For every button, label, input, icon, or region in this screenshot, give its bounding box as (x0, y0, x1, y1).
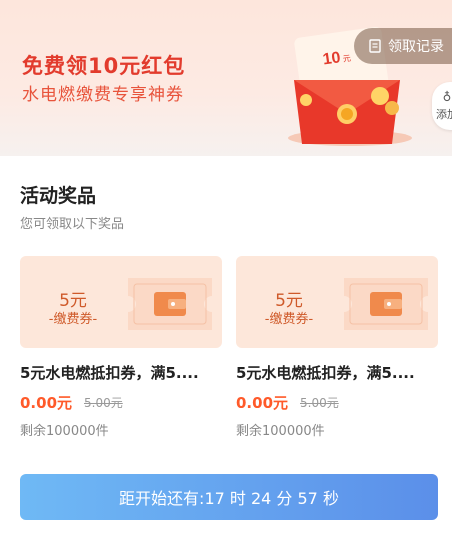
banner-subtitle: 水电燃缴费专享神券 (22, 85, 184, 105)
coupon-kind: -缴费券- (48, 312, 98, 327)
prize-price-1: 0.00元 (20, 394, 73, 412)
countdown-label: 距开始还有:17 时 24 分 57 秒 (119, 489, 339, 508)
records-button[interactable]: 领取记录 (354, 28, 452, 64)
promo-banner: 免费领10元红包 水电燃缴费专享神券 10 元 领取记录 ♁ 添加 (0, 0, 452, 156)
packet-amount: 10 (322, 49, 342, 68)
add-label: 添加 (436, 107, 452, 121)
prize-name-2: 5元水电燃抵扣券，满5.... (236, 364, 415, 382)
document-icon (369, 39, 381, 53)
countdown-button[interactable]: 距开始还有:17 时 24 分 57 秒 (20, 474, 438, 520)
prize-original-price-2: 5.00元 (300, 396, 339, 410)
prize-remaining-2: 剩余100000件 (236, 424, 325, 439)
wallet-icon (128, 278, 212, 330)
banner-title: 免费领10元红包 (22, 54, 186, 78)
prize-price-2: 0.00元 (236, 394, 289, 412)
section-subtitle: 您可领取以下奖品 (20, 217, 125, 232)
add-button[interactable]: ♁ 添加 (432, 82, 452, 130)
wallet-icon (344, 278, 428, 330)
coupon-kind-text: 缴费券 (53, 312, 93, 327)
coupon-kind: -缴费券- (264, 312, 314, 327)
coupon-card: 5元 -缴费券- (20, 256, 222, 348)
prize-name-1: 5元水电燃抵扣券，满5.... (20, 364, 199, 382)
coupon-kind-text: 缴费券 (269, 312, 309, 327)
prize-remaining-1: 剩余100000件 (20, 424, 109, 439)
packet-unit: 元 (342, 54, 351, 64)
prize-item-1[interactable]: 5元 -缴费券- (20, 256, 222, 348)
records-label: 领取记录 (388, 39, 444, 55)
coupon-card: 5元 -缴费券- (236, 256, 438, 348)
add-icon: ♁ (442, 89, 452, 104)
section-title: 活动奖品 (20, 185, 97, 207)
prize-item-2[interactable]: 5元 -缴费券- (236, 256, 438, 348)
prize-original-price-1: 5.00元 (84, 396, 123, 410)
